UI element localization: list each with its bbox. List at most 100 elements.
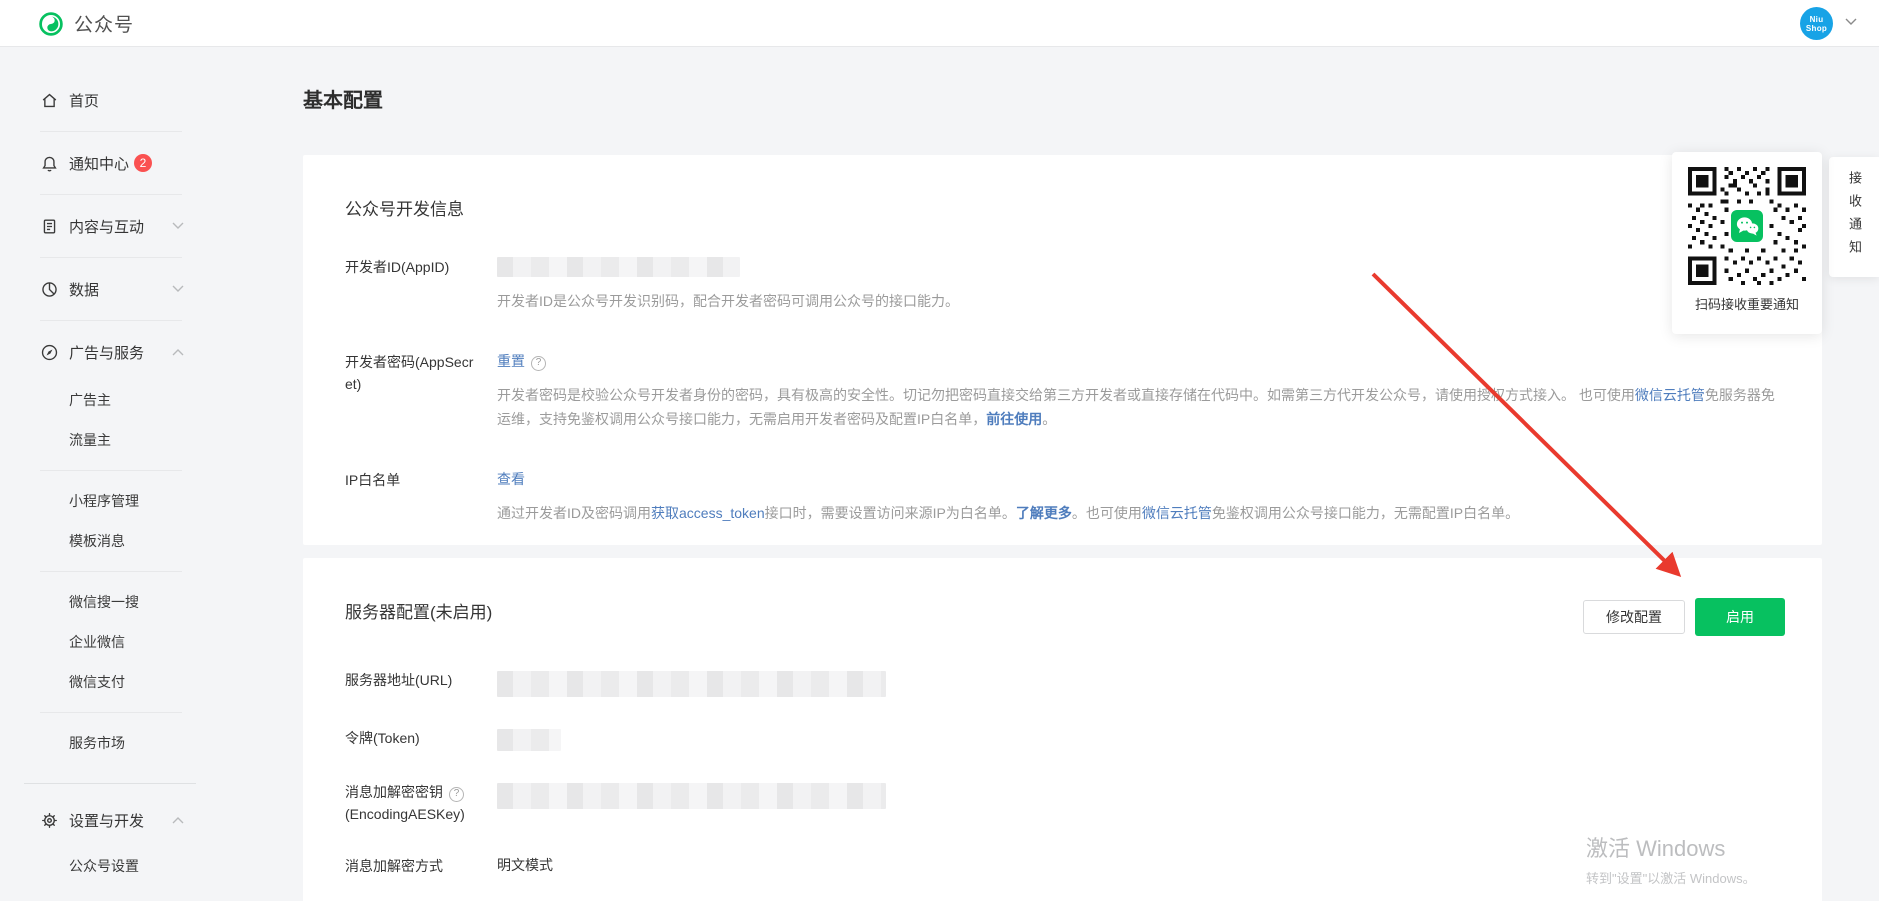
- sidebar-group-divider: [24, 783, 196, 784]
- server-url-row: 服务器地址(URL): [345, 669, 1780, 697]
- sidebar-subitem-wecom[interactable]: 企业微信: [0, 622, 218, 662]
- sidebar-subitem-template-msg[interactable]: 模板消息: [0, 521, 218, 561]
- sidebar-subitem-advertiser[interactable]: 广告主: [0, 380, 218, 420]
- wechat-cloud-link[interactable]: 微信云托管: [1635, 387, 1705, 403]
- sidebar-item-label: 设置与开发: [69, 810, 144, 831]
- sidebar-divider: [40, 470, 182, 471]
- sidebar-divider: [40, 571, 182, 572]
- aes-key-redacted-value: [497, 783, 886, 809]
- token-redacted-value: [497, 729, 561, 751]
- desc-text: 。: [1042, 411, 1056, 427]
- sidebar-subitem-label: 公众号设置: [69, 856, 139, 876]
- sidebar-subitem-label: 小程序管理: [69, 491, 139, 511]
- account-avatar[interactable]: Niu Shop: [1800, 7, 1833, 40]
- encrypt-mode-row: 消息加解密方式 明文模式: [345, 855, 1780, 877]
- get-access-token-link[interactable]: 获取access_token: [651, 505, 765, 521]
- server-url-redacted-value: [497, 671, 886, 697]
- desc-text: 免鉴权调用公众号接口能力，无需配置IP白名单。: [1212, 505, 1519, 521]
- chevron-down-icon: [172, 285, 184, 293]
- sidebar-item-data[interactable]: 数据: [0, 273, 218, 305]
- bell-icon: [40, 154, 59, 173]
- sidebar-divider: [40, 712, 182, 713]
- appid-label: 开发者ID(AppID): [345, 256, 497, 313]
- pie-chart-icon: [40, 280, 59, 299]
- aes-key-label: 消息加解密密钥? (EncodingAESKey): [345, 781, 497, 825]
- appid-redacted-value: [497, 257, 740, 277]
- qr-caption: 扫码接收重要通知: [1672, 294, 1822, 313]
- aes-key-label-line2: (EncodingAESKey): [345, 803, 475, 825]
- sidebar-item-label: 首页: [69, 90, 99, 111]
- go-use-link[interactable]: 前往使用: [986, 411, 1042, 427]
- server-url-label: 服务器地址(URL): [345, 669, 497, 697]
- token-row: 令牌(Token): [345, 727, 1780, 751]
- avatar-text: Niu: [1810, 15, 1824, 24]
- sidebar-item-label: 数据: [69, 279, 99, 300]
- sidebar-item-ads-services[interactable]: 广告与服务: [0, 336, 218, 368]
- receive-notifications-tab[interactable]: 接收通知: [1829, 157, 1879, 277]
- sidebar-subitem-miniprogram[interactable]: 小程序管理: [0, 481, 218, 521]
- appsecret-label: 开发者密码(AppSecret): [345, 351, 497, 431]
- official-account-logo-icon: [38, 11, 64, 37]
- windows-activation-watermark: 激活 Windows 转到"设置"以激活 Windows。: [1586, 831, 1756, 887]
- view-ip-whitelist-link[interactable]: 查看: [497, 471, 525, 487]
- aes-key-row: 消息加解密密钥? (EncodingAESKey): [345, 781, 1780, 825]
- desc-text: 通过开发者ID及密码调用: [497, 505, 651, 521]
- notification-count-badge: 2: [134, 154, 152, 172]
- desc-text: 接口时，需要设置访问来源IP为白名单。: [765, 505, 1016, 521]
- developer-info-card: 公众号开发信息 开发者ID(AppID) 开发者ID是公众号开发识别码，配合开发…: [303, 155, 1822, 545]
- document-icon: [40, 217, 59, 236]
- sidebar-subitem-label: 微信支付: [69, 672, 125, 692]
- sidebar-item-settings-dev[interactable]: 设置与开发: [0, 804, 218, 836]
- ip-whitelist-actions: 查看: [497, 469, 1780, 489]
- sidebar-subitem-service-market[interactable]: 服务市场: [0, 723, 218, 763]
- help-icon[interactable]: ?: [449, 787, 464, 802]
- ip-whitelist-label: IP白名单: [345, 469, 497, 525]
- token-label: 令牌(Token): [345, 727, 497, 751]
- appsecret-actions: 重置?: [497, 351, 1780, 371]
- brand[interactable]: 公众号: [38, 10, 134, 37]
- sidebar-item-content[interactable]: 内容与互动: [0, 210, 218, 242]
- sidebar-subitem-label: 服务市场: [69, 733, 125, 753]
- appsecret-row: 开发者密码(AppSecret) 重置? 开发者密码是校验公众号开发者身份的密码…: [345, 351, 1780, 431]
- sidebar-subitem-wepay[interactable]: 微信支付: [0, 662, 218, 702]
- sidebar-item-label: 广告与服务: [69, 342, 144, 363]
- sidebar-subitem-label: 广告主: [69, 390, 111, 410]
- sidebar: 首页 通知中心 2 内容与互动: [0, 47, 218, 901]
- sidebar-divider: [40, 131, 182, 132]
- appid-row: 开发者ID(AppID) 开发者ID是公众号开发识别码，配合开发者密码可调用公众…: [345, 256, 1780, 313]
- account-menu-chevron-down-icon[interactable]: [1845, 18, 1857, 26]
- wechat-logo-icon: [1729, 208, 1765, 244]
- sidebar-item-label: 通知中心: [69, 153, 129, 174]
- sidebar-subitem-label: 流量主: [69, 430, 111, 450]
- compass-icon: [40, 343, 59, 362]
- sidebar-divider: [40, 320, 182, 321]
- reset-appsecret-link[interactable]: 重置: [497, 353, 525, 369]
- qr-code: [1688, 167, 1806, 285]
- sidebar-item-label: 内容与互动: [69, 216, 144, 237]
- enable-button[interactable]: 启用: [1695, 598, 1785, 636]
- avatar-text: Shop: [1806, 24, 1827, 33]
- appid-description: 开发者ID是公众号开发识别码，配合开发者密码可调用公众号的接口能力。: [497, 289, 1780, 313]
- modify-config-button[interactable]: 修改配置: [1583, 600, 1685, 634]
- sidebar-item-home[interactable]: 首页: [0, 84, 218, 116]
- sidebar-item-notifications[interactable]: 通知中心 2: [0, 147, 218, 179]
- sidebar-subitem-label: 模板消息: [69, 531, 125, 551]
- sidebar-subitem-traffic[interactable]: 流量主: [0, 420, 218, 460]
- chevron-up-icon: [172, 348, 184, 356]
- receive-notifications-label: 接收通知: [1829, 171, 1879, 263]
- sidebar-divider: [40, 194, 182, 195]
- watermark-line1: 激活 Windows: [1586, 831, 1756, 863]
- qr-notice-panel: 扫码接收重要通知: [1672, 152, 1822, 334]
- section-title-dev-info: 公众号开发信息: [303, 155, 1822, 220]
- encrypt-mode-label: 消息加解密方式: [345, 855, 497, 877]
- desc-text: 开发者密码是校验公众号开发者身份的密码，具有极高的安全性。切记勿把密码直接交给第…: [497, 387, 1635, 403]
- help-icon[interactable]: ?: [531, 356, 546, 371]
- desc-text: 。也可使用: [1072, 505, 1142, 521]
- sidebar-subitem-account-settings[interactable]: 公众号设置: [0, 846, 218, 886]
- wechat-cloud-link[interactable]: 微信云托管: [1142, 505, 1212, 521]
- chevron-up-icon: [172, 816, 184, 824]
- watermark-line2: 转到"设置"以激活 Windows。: [1586, 868, 1756, 887]
- brand-name: 公众号: [74, 10, 134, 37]
- learn-more-link[interactable]: 了解更多: [1016, 505, 1072, 521]
- sidebar-subitem-search[interactable]: 微信搜一搜: [0, 582, 218, 622]
